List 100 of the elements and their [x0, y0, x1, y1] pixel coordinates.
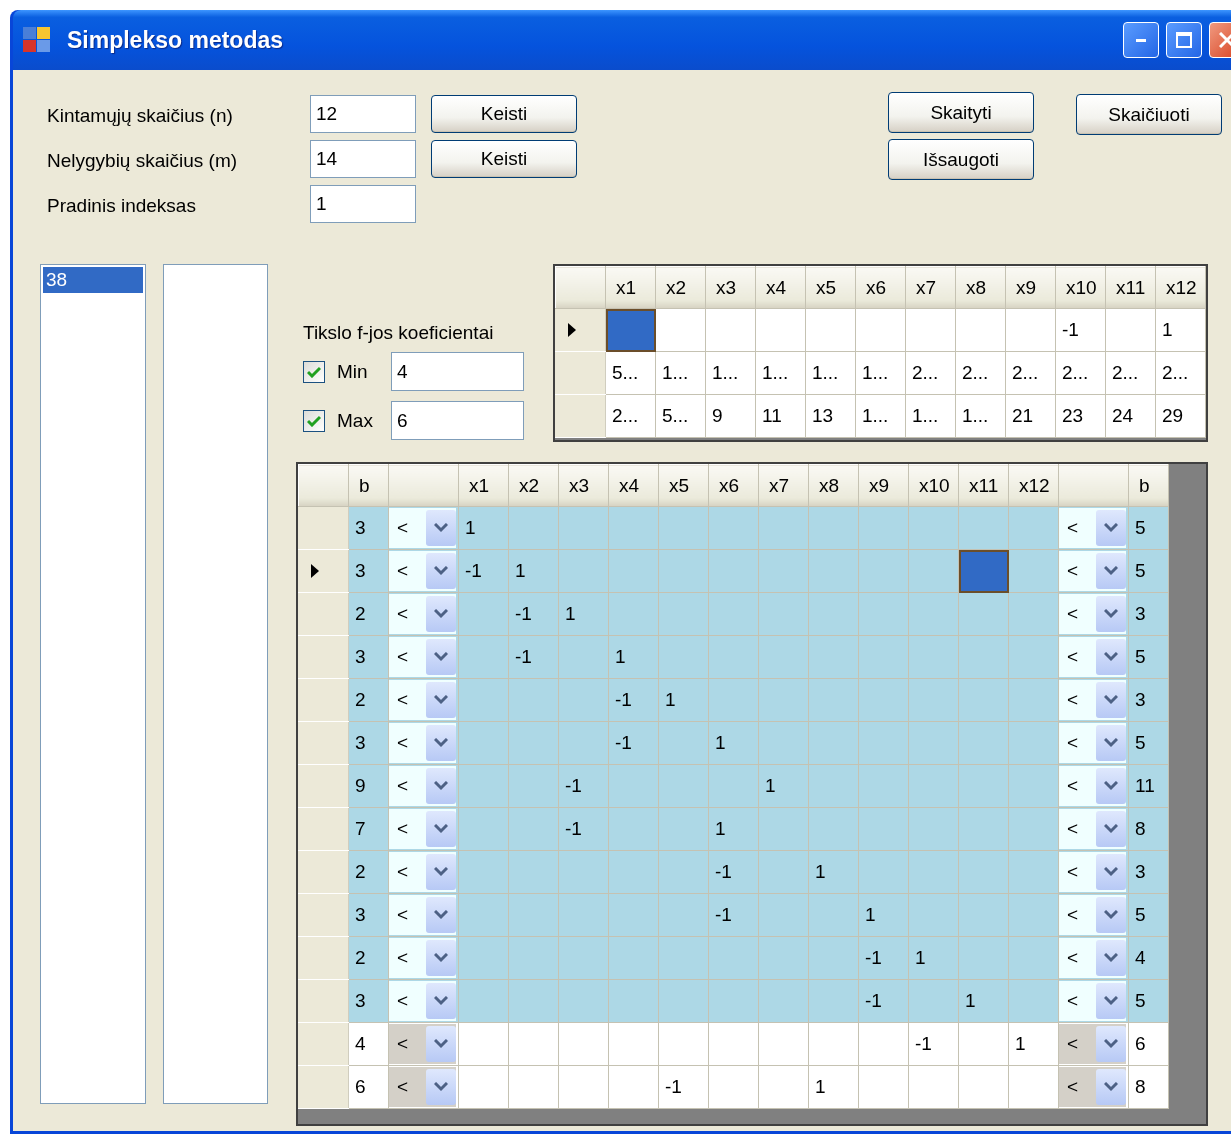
grid-cell[interactable]: 1: [558, 592, 609, 636]
grid-cell[interactable]: [908, 807, 959, 851]
button[interactable]: Išsaugoti: [888, 139, 1034, 180]
grid-cell[interactable]: [1008, 807, 1059, 851]
grid-cell[interactable]: 1: [608, 635, 659, 679]
grid-cell[interactable]: 9: [705, 394, 756, 438]
dropdown-button[interactable]: [1096, 639, 1126, 675]
grid-cell[interactable]: [1008, 850, 1059, 894]
dropdown-button[interactable]: [426, 596, 456, 632]
grid-cell[interactable]: 1: [908, 936, 959, 980]
grid-cell[interactable]: -1: [858, 979, 909, 1023]
grid-cell[interactable]: 2: [348, 936, 389, 980]
dropdown-button[interactable]: [1096, 1069, 1126, 1105]
checkbox[interactable]: [303, 360, 325, 383]
input-field[interactable]: 1: [310, 185, 416, 223]
grid-cell[interactable]: [458, 979, 509, 1023]
grid-cell[interactable]: [608, 936, 659, 980]
button[interactable]: Skaičiuoti: [1076, 94, 1222, 135]
grid-cell[interactable]: [908, 893, 959, 937]
grid-cell[interactable]: [958, 850, 1009, 894]
grid-cell[interactable]: [808, 1022, 859, 1066]
grid-cell[interactable]: [508, 506, 559, 550]
grid-cell[interactable]: 7: [348, 807, 389, 851]
grid-cell[interactable]: [458, 1065, 509, 1109]
grid-cell[interactable]: [908, 979, 959, 1023]
grid-cell[interactable]: -1: [558, 764, 609, 808]
grid-cell[interactable]: [658, 850, 709, 894]
maximize-button[interactable]: [1166, 22, 1202, 58]
grid-cell[interactable]: [808, 936, 859, 980]
operator-dropdown[interactable]: <: [1059, 637, 1126, 677]
operator-dropdown[interactable]: <: [1059, 551, 1126, 591]
column-header[interactable]: x8: [808, 464, 859, 507]
grid-cell[interactable]: [708, 1022, 759, 1066]
grid-cell[interactable]: 1...: [705, 351, 756, 395]
grid-cell[interactable]: [608, 850, 659, 894]
grid-cell[interactable]: 8: [1128, 1065, 1169, 1109]
grid-cell[interactable]: [1008, 893, 1059, 937]
dropdown-button[interactable]: [426, 639, 456, 675]
grid-cell[interactable]: 1: [458, 506, 509, 550]
grid-cell[interactable]: 2: [348, 850, 389, 894]
grid-cell[interactable]: [458, 936, 509, 980]
grid-cell[interactable]: [708, 936, 759, 980]
input-field[interactable]: 4: [391, 352, 524, 391]
grid-cell[interactable]: [658, 635, 709, 679]
grid-cell[interactable]: 5: [1128, 893, 1169, 937]
operator-dropdown[interactable]: <: [1059, 981, 1126, 1021]
grid-cell[interactable]: 2...: [905, 351, 956, 395]
grid-cell[interactable]: [658, 506, 709, 550]
operator-dropdown[interactable]: <: [389, 981, 456, 1021]
grid-cell[interactable]: [958, 549, 1009, 593]
operator-dropdown[interactable]: <: [1059, 508, 1126, 548]
grid-cell[interactable]: [758, 721, 809, 765]
grid-cell[interactable]: [758, 807, 809, 851]
grid-cell[interactable]: [955, 308, 1006, 352]
grid-cell[interactable]: [858, 506, 909, 550]
dropdown-button[interactable]: [426, 725, 456, 761]
dropdown-button[interactable]: [426, 811, 456, 847]
grid-cell[interactable]: [458, 764, 509, 808]
row-header[interactable]: [555, 308, 606, 352]
grid-cell[interactable]: [858, 807, 909, 851]
grid-cell[interactable]: [558, 850, 609, 894]
grid-cell[interactable]: 29: [1155, 394, 1206, 438]
operator-dropdown[interactable]: <: [1059, 723, 1126, 763]
grid-cell[interactable]: 3: [348, 893, 389, 937]
grid-cell[interactable]: 3: [348, 549, 389, 593]
grid-cell[interactable]: 3: [348, 635, 389, 679]
grid-cell[interactable]: -1: [508, 635, 559, 679]
grid-cell[interactable]: [755, 308, 806, 352]
grid-cell[interactable]: [858, 549, 909, 593]
grid-cell[interactable]: [858, 635, 909, 679]
grid-cell[interactable]: [508, 979, 559, 1023]
grid-cell[interactable]: [908, 635, 959, 679]
column-header[interactable]: x2: [655, 266, 706, 309]
checkbox[interactable]: [303, 409, 325, 432]
grid-cell[interactable]: 1...: [955, 394, 1006, 438]
dropdown-button[interactable]: [426, 940, 456, 976]
grid-cell[interactable]: [958, 678, 1009, 722]
grid-cell[interactable]: 5: [1128, 549, 1169, 593]
grid-cell[interactable]: 5...: [655, 394, 706, 438]
grid-cell[interactable]: 1: [1155, 308, 1206, 352]
grid-cell[interactable]: [808, 807, 859, 851]
grid-cell[interactable]: -1: [708, 850, 759, 894]
grid-cell[interactable]: [758, 678, 809, 722]
operator-dropdown[interactable]: <: [389, 1024, 456, 1064]
grid-cell[interactable]: [1008, 764, 1059, 808]
button[interactable]: Keisti: [431, 95, 577, 133]
grid-cell[interactable]: [458, 807, 509, 851]
operator-dropdown[interactable]: <: [1059, 1067, 1126, 1107]
dropdown-button[interactable]: [426, 897, 456, 933]
dropdown-button[interactable]: [1096, 811, 1126, 847]
dropdown-button[interactable]: [1096, 510, 1126, 546]
grid-cell[interactable]: 1: [1008, 1022, 1059, 1066]
grid-cell[interactable]: [558, 893, 609, 937]
grid-cell[interactable]: [658, 549, 709, 593]
grid-cell[interactable]: [758, 936, 809, 980]
grid-cell[interactable]: [458, 678, 509, 722]
grid-cell[interactable]: [808, 506, 859, 550]
grid-cell[interactable]: [858, 850, 909, 894]
grid-cell[interactable]: [1008, 979, 1059, 1023]
grid-cell[interactable]: 1: [858, 893, 909, 937]
